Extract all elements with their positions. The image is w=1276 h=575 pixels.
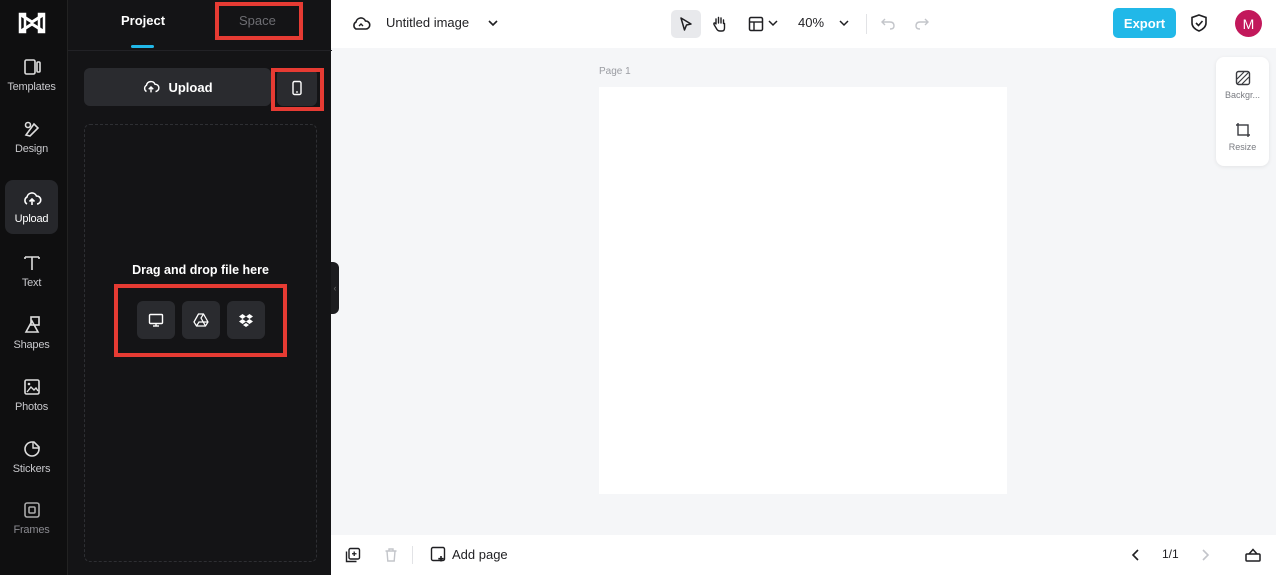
tab-space[interactable]: Space [239, 13, 276, 28]
sidebar-item-frames[interactable]: Frames [5, 491, 58, 545]
sidebar-item-stickers[interactable]: Stickers [5, 430, 58, 484]
page-label: Page 1 [599, 66, 631, 77]
upload-cloud-icon [23, 192, 42, 205]
duplicate-page-icon[interactable] [345, 547, 361, 563]
chevron-down-icon[interactable] [486, 16, 500, 30]
frames-icon [23, 502, 40, 518]
upload-button-label: Upload [168, 79, 213, 95]
upload-button[interactable]: Upload [84, 68, 271, 106]
photos-icon [23, 379, 40, 395]
chevron-down-icon[interactable] [838, 17, 850, 29]
divider [68, 50, 332, 51]
undo-icon[interactable] [880, 15, 896, 31]
resize-button[interactable]: Resize [1216, 115, 1269, 159]
sidebar-item-label: Design [14, 143, 49, 155]
collapse-panel-handle[interactable]: ‹ [331, 262, 339, 314]
sidebar-item-label: Photos [14, 401, 49, 413]
shield-icon[interactable] [1189, 13, 1209, 33]
dropbox-icon [239, 314, 253, 327]
chevron-down-icon[interactable] [767, 17, 779, 29]
sidebar-item-label: Upload [14, 213, 49, 225]
zoom-level[interactable]: 40% [798, 15, 824, 30]
trash-icon[interactable] [383, 547, 399, 563]
select-tool-button[interactable] [671, 10, 701, 38]
upload-from-dropbox-button[interactable] [227, 301, 265, 339]
add-page-label: Add page [452, 546, 508, 562]
resize-label: Resize [1228, 142, 1257, 152]
background-button[interactable]: Backgr... [1216, 63, 1269, 107]
sidebar-item-upload[interactable]: Upload [5, 180, 58, 234]
export-button[interactable]: Export [1113, 8, 1176, 38]
sidebar-item-text[interactable]: Text [5, 244, 58, 298]
layers-toggle-icon[interactable] [1244, 547, 1262, 563]
left-rail: Templates Design Upload Text Shapes Phot… [0, 0, 67, 575]
hand-tool-button[interactable] [708, 12, 732, 36]
templates-icon [23, 59, 41, 75]
sidebar-item-photos[interactable]: Photos [5, 368, 58, 422]
tab-project[interactable]: Project [121, 13, 165, 28]
shapes-icon [24, 316, 40, 333]
sidebar-item-label: Stickers [12, 463, 51, 475]
top-bar: Untitled image 40% Export M [331, 0, 1276, 48]
sidebar-item-label: Frames [13, 524, 50, 536]
cloud-save-icon[interactable] [351, 14, 371, 34]
upload-from-phone-button[interactable] [277, 69, 317, 106]
upload-panel: Project Space Upload Drag and drop file … [67, 0, 332, 575]
avatar[interactable]: M [1235, 10, 1262, 37]
sidebar-item-label: Text [21, 277, 42, 289]
drop-zone[interactable]: Drag and drop file here [84, 124, 317, 562]
sidebar-item-label: Templates [7, 81, 56, 93]
page-counter: 1/1 [1162, 547, 1179, 561]
upload-cloud-icon [144, 80, 161, 93]
stickers-icon [23, 441, 40, 457]
chevron-left-icon[interactable] [1128, 547, 1144, 563]
redo-icon[interactable] [914, 15, 930, 31]
canvas-side-tools: Backgr... Resize [1216, 57, 1269, 166]
upload-from-computer-button[interactable] [137, 301, 175, 339]
phone-icon [292, 80, 302, 95]
sidebar-item-shapes[interactable]: Shapes [5, 306, 58, 360]
document-title[interactable]: Untitled image [386, 15, 469, 30]
capcut-logo-icon[interactable] [18, 11, 46, 35]
add-page-button[interactable]: Add page [430, 546, 508, 562]
google-drive-icon [193, 313, 209, 327]
divider [412, 546, 413, 564]
add-page-icon [430, 546, 446, 562]
drop-zone-text: Drag and drop file here [132, 263, 269, 277]
design-icon [24, 121, 39, 137]
divider [866, 14, 867, 34]
sidebar-item-design[interactable]: Design [5, 110, 58, 164]
pointer-icon [680, 17, 692, 31]
chevron-right-icon[interactable] [1197, 547, 1213, 563]
background-icon [1235, 70, 1250, 86]
text-icon [23, 256, 40, 270]
hand-icon [713, 16, 726, 32]
layout-icon[interactable] [745, 13, 767, 35]
upload-from-google-drive-button[interactable] [182, 301, 220, 339]
resize-icon [1235, 123, 1250, 137]
background-label: Backgr... [1224, 90, 1260, 100]
sidebar-item-templates[interactable]: Templates [5, 48, 58, 102]
bottom-bar: Add page 1/1 [331, 535, 1276, 575]
active-tab-indicator [131, 45, 154, 48]
sidebar-item-label: Shapes [13, 339, 50, 351]
canvas-page[interactable] [599, 87, 1007, 494]
computer-icon [148, 313, 164, 327]
